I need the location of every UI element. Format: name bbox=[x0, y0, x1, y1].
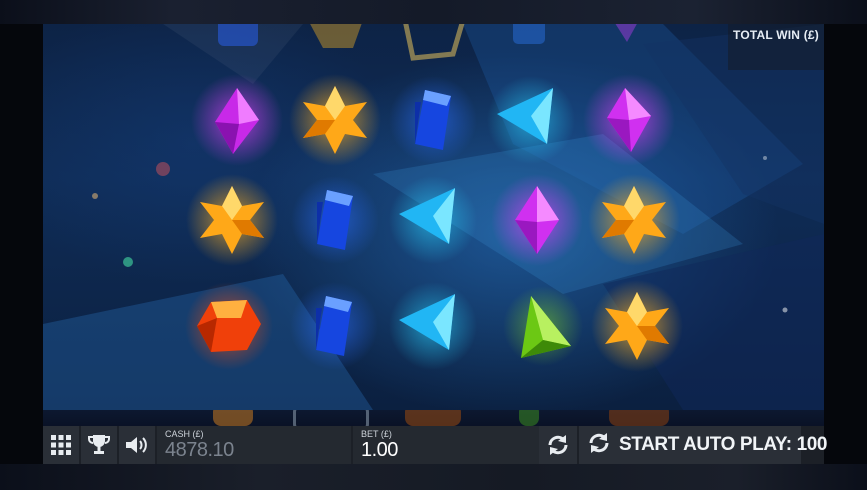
next-row-peek bbox=[43, 410, 824, 426]
symbol-purple-gem bbox=[189, 72, 285, 168]
peek-symbol bbox=[293, 410, 369, 426]
grid-icon bbox=[50, 434, 72, 456]
trophy-icon bbox=[87, 434, 111, 456]
symbol-blue-gem bbox=[287, 172, 383, 268]
bet-selector[interactable]: BET (£) 1.00 bbox=[353, 426, 539, 464]
peek-symbol bbox=[609, 410, 669, 426]
total-win-label: TOTAL WIN (£) bbox=[728, 24, 824, 70]
reel-area[interactable]: TOTAL WIN (£) bbox=[43, 24, 824, 410]
symbol-blue-gem bbox=[385, 72, 481, 168]
symbol-orange-star-gem bbox=[586, 172, 682, 268]
symbol-blue-gem bbox=[286, 278, 382, 374]
symbol-purple-gem bbox=[489, 172, 585, 268]
cash-display: CASH (£) 4878.10 bbox=[157, 426, 353, 464]
refresh-icon bbox=[546, 433, 570, 457]
game-toolbar: CASH (£) 4878.10 BET (£) 1.00 START AUTO… bbox=[43, 426, 827, 464]
speaker-icon bbox=[124, 434, 150, 456]
symbol-cyan-gem bbox=[385, 172, 481, 268]
cash-label: CASH (£) bbox=[165, 429, 204, 439]
symbol-purple-gem bbox=[581, 72, 677, 168]
symbol-red-gem bbox=[181, 278, 277, 374]
peek-symbol bbox=[213, 410, 253, 426]
cash-value: 4878.10 bbox=[165, 439, 234, 461]
symbol-cyan-gem bbox=[385, 278, 481, 374]
sound-button[interactable] bbox=[119, 426, 157, 464]
start-auto-play-button[interactable]: START AUTO PLAY: 100 bbox=[579, 426, 827, 464]
symbol-orange-star-gem bbox=[589, 278, 685, 374]
peek-symbol bbox=[519, 410, 539, 426]
bet-value: 1.00 bbox=[361, 439, 398, 461]
symbol-green-gem bbox=[495, 278, 591, 374]
left-letterbox bbox=[0, 24, 43, 464]
right-letterbox bbox=[824, 24, 867, 464]
quick-spin-button[interactable] bbox=[539, 426, 579, 464]
paytable-button[interactable] bbox=[81, 426, 119, 464]
symbol-orange-star-gem bbox=[287, 72, 383, 168]
menu-button[interactable] bbox=[43, 426, 81, 464]
symbol-cyan-gem bbox=[483, 72, 579, 168]
top-blur-band bbox=[0, 0, 867, 24]
symbol-orange-star-gem bbox=[184, 172, 280, 268]
autoplay-refresh-icon bbox=[587, 431, 611, 460]
bet-label: BET (£) bbox=[361, 429, 392, 439]
auto-play-label: START AUTO PLAY: 100 bbox=[619, 434, 828, 455]
peek-symbol bbox=[405, 410, 461, 426]
bottom-blur-band bbox=[0, 464, 867, 490]
